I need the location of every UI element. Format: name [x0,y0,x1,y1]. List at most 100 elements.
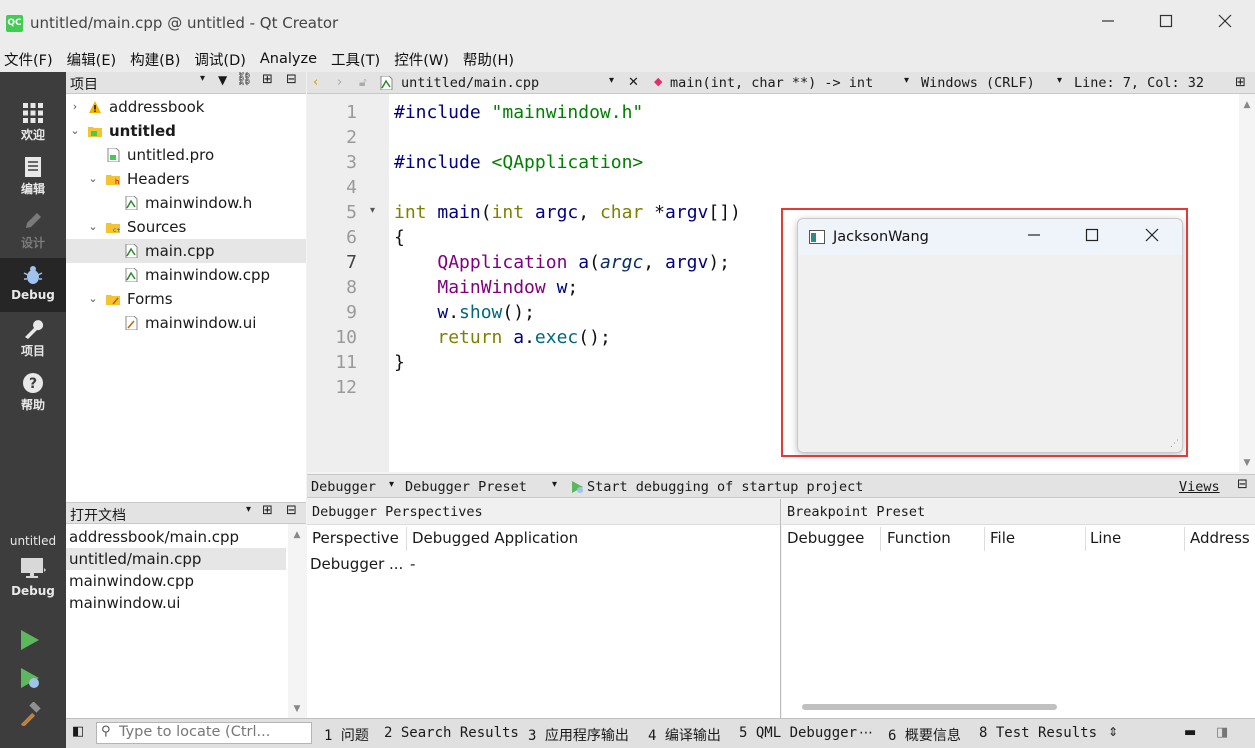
tab-application-output[interactable]: 3 应用程序输出 [528,725,629,745]
symbol-dropdown[interactable]: main(int, char **) -> int [670,75,873,91]
panel-selector-dropdown[interactable]: ▾ [200,73,205,84]
nav-back-icon[interactable]: ‹ [313,75,318,90]
line-number: 1 [346,102,357,123]
column-header[interactable]: Line [1090,529,1121,547]
collapse-arrow-icon[interactable]: ⌄ [87,287,99,311]
start-debugging-button[interactable]: Start debugging of startup project [587,479,863,495]
chevron-down-icon[interactable]: ▾ [389,479,394,490]
run-button[interactable] [18,628,42,656]
column-header[interactable]: Function [887,529,951,547]
lock-icon[interactable]: 🔓︎ [359,75,367,90]
scroll-down-icon[interactable]: ▼ [288,704,306,714]
tree-item-untitled-pro[interactable]: untitled.pro [66,143,306,167]
nav-forward-icon[interactable]: › [337,75,342,90]
output-pane-toggle-icon[interactable]: ◨ [1216,725,1228,740]
table-cell[interactable]: - [410,555,415,573]
close-panel-icon[interactable]: ⊟ [1237,477,1248,492]
mode-edit[interactable]: 编辑 [0,150,66,204]
mode-help[interactable]: ? 帮助 [0,366,66,420]
minimize-button[interactable] [1093,10,1123,36]
chevron-down-icon[interactable]: ▾ [1057,75,1062,86]
menu-help[interactable]: 帮助(H) [463,49,514,70]
close-panel-icon[interactable]: ⊟ [286,72,297,87]
scroll-up-icon[interactable]: ▲ [288,530,306,540]
tree-item-sources[interactable]: ⌄ c+ Sources [66,215,306,239]
column-header[interactable]: File [990,529,1015,547]
menu-debug[interactable]: 调试(D) [194,49,245,70]
collapse-arrow-icon[interactable]: ⌄ [69,119,81,143]
column-header[interactable]: Perspective [312,529,399,547]
collapse-arrow-icon[interactable]: ⌄ [87,215,99,239]
split-icon[interactable]: ⊞ [262,503,273,518]
tree-item-mainwindow-cpp[interactable]: mainwindow.cpp [66,263,306,287]
open-docs-scrollbar[interactable]: ▲ ▼ [288,524,306,718]
scroll-up-icon[interactable]: ▲ [1239,100,1255,110]
tree-item-headers[interactable]: ⌄ h Headers [66,167,306,191]
mode-welcome[interactable]: 欢迎 [0,96,66,150]
filter-icon[interactable]: ▼ [218,73,227,87]
tree-item-mainwindow-h[interactable]: mainwindow.h [66,191,306,215]
menu-edit[interactable]: 编辑(E) [67,49,116,70]
menu-tools[interactable]: 工具(T) [331,49,380,70]
tab-qml-debugger[interactable]: 5 QML Debugger [739,725,857,741]
mode-debug[interactable]: Debug [0,258,66,312]
fold-marker-icon[interactable]: ▾ [370,205,375,216]
tree-item-addressbook[interactable]: › addressbook [66,95,306,119]
maximize-button[interactable] [1151,10,1181,36]
scroll-down-icon[interactable]: ▼ [1239,458,1255,468]
column-header[interactable]: Address [1190,529,1250,547]
horizontal-scrollbar[interactable] [802,704,1057,710]
chevron-down-icon[interactable]: ▾ [904,75,909,86]
start-debugging-button[interactable] [18,666,42,694]
tree-item-forms[interactable]: ⌄ Forms [66,287,306,311]
tab-compile-output[interactable]: 4 编译输出 [648,725,721,745]
menu-analyze[interactable]: Analyze [260,51,317,67]
debugger-dropdown[interactable]: Debugger [311,479,376,495]
tab-search-results[interactable]: 2 Search Results [384,725,519,741]
tree-item-untitled[interactable]: ⌄ untitled [66,119,306,143]
cpp-file-icon [125,268,138,282]
cursor-position[interactable]: Line: 7, Col: 32 [1074,75,1204,91]
panel-selector-dropdown[interactable]: ▾ [246,504,251,515]
expand-arrow-icon[interactable]: › [69,95,81,119]
close-button[interactable] [1210,10,1240,36]
toggle-sidebar-icon[interactable]: ◧ [72,724,84,739]
split-icon[interactable]: ⊞ [262,72,273,87]
chevron-down-icon[interactable]: ▾ [609,75,614,86]
column-header[interactable]: Debuggee [787,529,864,547]
chevron-down-icon[interactable]: ▾ [552,479,557,490]
tab-general-messages[interactable]: 6 概要信息 [888,725,961,745]
column-header[interactable]: Debugged Application [412,529,578,547]
views-menu[interactable]: Views [1179,479,1220,495]
locate-input[interactable]: ⚲ Type to locate (Ctrl... [96,722,312,744]
open-doc-item[interactable]: mainwindow.ui [66,592,286,614]
close-panel-icon[interactable]: ⊟ [286,503,297,518]
menu-controls[interactable]: 控件(W) [394,49,449,70]
split-icon[interactable]: ⊞ [1235,75,1246,90]
current-file-dropdown[interactable]: untitled/main.cpp [401,75,539,91]
menu-file[interactable]: 文件(F) [4,49,53,70]
menu-build[interactable]: 构建(B) [130,49,180,70]
more-icon[interactable]: ⋯ [859,725,873,741]
line-ending-dropdown[interactable]: Windows (CRLF) [921,75,1035,91]
link-icon[interactable]: ⛓ [236,72,253,87]
tab-test-results[interactable]: 8 Test Results [979,725,1097,741]
mode-design[interactable]: 设计 [0,204,66,258]
close-document-icon[interactable]: ✕ [628,75,639,90]
open-doc-item[interactable]: addressbook/main.cpp [66,526,286,548]
build-button[interactable] [18,701,42,730]
kit-selector[interactable]: Debug [0,554,66,600]
open-doc-item[interactable]: mainwindow.cpp [66,570,286,592]
table-cell[interactable]: Debugger ... [310,555,403,573]
up-down-arrow-icon[interactable]: ⇕ [1108,725,1118,739]
tree-item-main-cpp[interactable]: main.cpp [66,239,306,263]
tree-item-mainwindow-ui[interactable]: mainwindow.ui [66,311,306,335]
open-doc-item[interactable]: untitled/main.cpp [66,548,286,570]
editor-scrollbar[interactable]: ▲ ▼ [1239,94,1255,472]
cpp-file-icon [380,76,393,90]
progress-toggle-icon[interactable]: ▬ [1184,725,1196,740]
tab-issues[interactable]: 1 问题 [324,725,369,745]
collapse-arrow-icon[interactable]: ⌄ [87,167,99,191]
mode-projects[interactable]: 项目 [0,312,66,366]
debugger-preset-dropdown[interactable]: Debugger Preset [405,479,527,495]
